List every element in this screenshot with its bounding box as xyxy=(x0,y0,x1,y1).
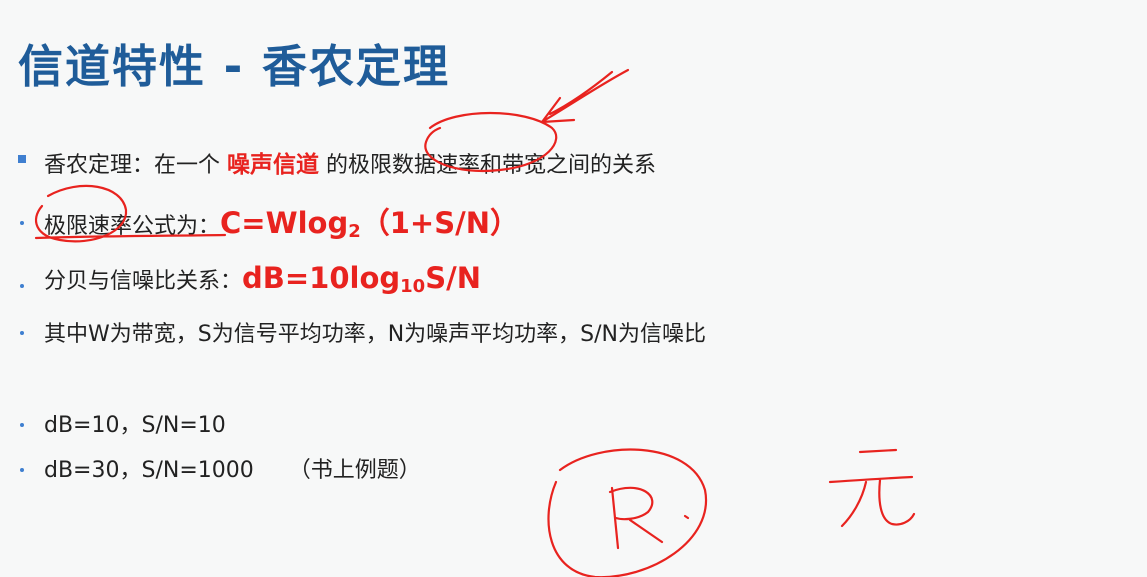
bullet-decibel-relation: 分贝与信噪比关系：dB=10log10S/N xyxy=(44,261,481,297)
capacity-formula: C=Wlog2（1+S/N） xyxy=(220,206,519,242)
bullet-shannon-definition: 香农定理：在一个 噪声信道 的极限数据速率和带宽之间的关系 xyxy=(44,145,656,179)
formula-label: 分贝与信噪比关系： xyxy=(44,269,243,294)
bullet-square-marker xyxy=(18,155,26,163)
bullet-text-suffix: 的极限数据速率和带宽之间的关系 xyxy=(319,153,656,178)
bullet-variable-definitions: 其中W为带宽，S为信号平均功率，N为噪声平均功率，S/N为信噪比 xyxy=(44,322,707,347)
formula-label: 极限速率公式为： xyxy=(44,214,221,239)
bullet-text-prefix: 香农定理：在一个 xyxy=(44,153,227,178)
bullet-example-1: dB=10，S/N=10 xyxy=(44,413,226,438)
bullet-dot-marker xyxy=(20,221,24,225)
bullet-example-2: dB=30，S/N=1000 （书上例题） xyxy=(44,458,421,483)
bullet-dot-marker xyxy=(20,468,24,472)
bullet-dot-marker xyxy=(20,423,24,427)
slide: 信道特性 - 香农定理 香农定理：在一个 噪声信道 的极限数据速率和带宽之间的关… xyxy=(0,0,1147,577)
bullet-dot-marker xyxy=(20,284,24,288)
bullet-list: 香农定理：在一个 噪声信道 的极限数据速率和带宽之间的关系 极限速率公式为：C=… xyxy=(0,0,1147,577)
bullet-capacity-formula: 极限速率公式为：C=Wlog2（1+S/N） xyxy=(44,200,519,242)
noise-channel-highlight: 噪声信道 xyxy=(227,152,319,178)
bullet-dot-marker xyxy=(20,331,24,335)
decibel-formula: dB=10log10S/N xyxy=(242,261,481,297)
